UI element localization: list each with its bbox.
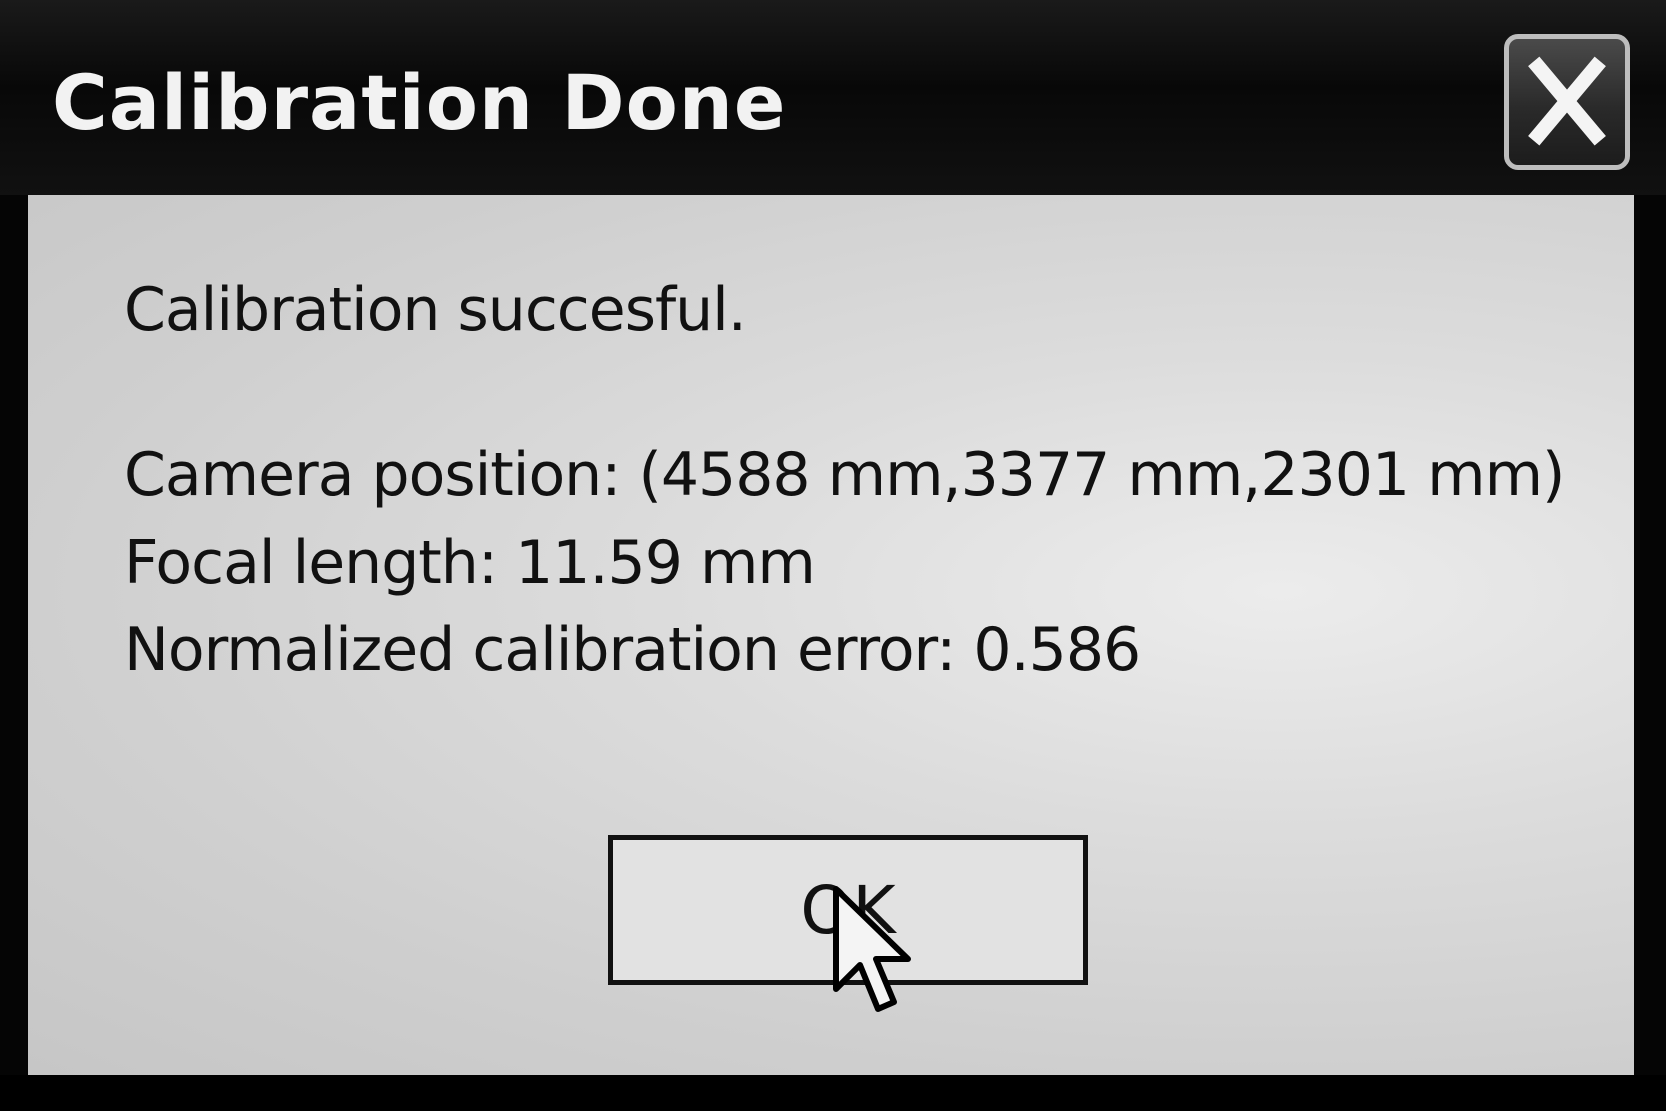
close-icon — [1528, 56, 1606, 146]
title-bar: Calibration Done — [0, 0, 1666, 195]
bottom-edge — [0, 1075, 1666, 1111]
dialog-title: Calibration Done — [52, 58, 787, 147]
calibration-dialog: Calibration Done Calibration succesful. … — [0, 0, 1666, 1111]
camera-position-text: Camera position: (4588 mm,3377 mm,2301 m… — [124, 440, 1565, 510]
calibration-error-text: Normalized calibration error: 0.586 — [124, 615, 1141, 685]
dialog-body: Calibration succesful. Camera position: … — [28, 195, 1634, 1075]
focal-length-text: Focal length: 11.59 mm — [124, 528, 816, 598]
close-button[interactable] — [1504, 34, 1630, 170]
status-message: Calibration succesful. — [124, 275, 747, 345]
mouse-pointer-icon — [833, 886, 911, 1012]
